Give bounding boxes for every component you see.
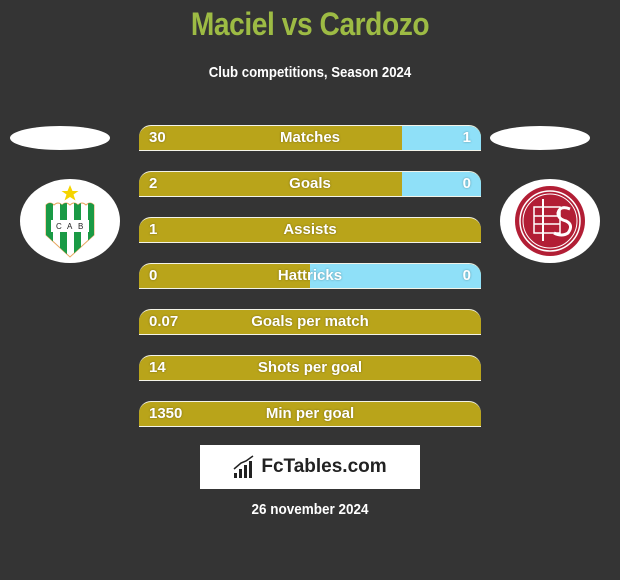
right-club-logo — [500, 179, 600, 263]
left-player-placeholder — [10, 126, 110, 150]
stat-row-goals: 2 Goals 0 — [139, 171, 481, 197]
right-player-placeholder — [490, 126, 590, 150]
brand-banner[interactable]: FcTables.com — [200, 445, 420, 489]
right-value: 0 — [462, 175, 471, 192]
right-value: 1 — [462, 129, 471, 146]
stat-label: Min per goal — [265, 405, 355, 422]
lanus-crest-icon — [515, 186, 585, 256]
stat-row-min-per-goal: 1350 Min per goal — [139, 401, 481, 427]
brand-name: FcTables.com — [261, 456, 387, 477]
svg-text:A: A — [67, 222, 73, 231]
svg-text:C: C — [56, 222, 62, 231]
svg-text:B: B — [78, 222, 83, 231]
stat-row-hattricks: 0 Hattricks 0 — [139, 263, 481, 289]
page-subtitle: Club competitions, Season 2024 — [208, 64, 412, 81]
stat-label: Assists — [283, 221, 337, 238]
stat-label: Goals — [289, 175, 331, 192]
stat-row-shots-per-goal: 14 Shots per goal — [139, 355, 481, 381]
right-value: 0 — [462, 267, 471, 284]
page-title: Maciel vs Cardozo — [190, 6, 430, 42]
stat-label: Hattricks — [277, 267, 343, 284]
stat-row-matches: 30 Matches 1 — [139, 125, 481, 151]
stat-row-assists: 1 Assists — [139, 217, 481, 243]
stat-label: Shots per goal — [257, 359, 363, 376]
stat-label: Matches — [279, 129, 341, 146]
stat-label: Goals per match — [251, 313, 369, 330]
left-club-logo: C A B — [20, 179, 120, 263]
footer-date: 26 november 2024 — [251, 501, 369, 518]
stat-row-goals-per-match: 0.07 Goals per match — [139, 309, 481, 335]
banfield-crest-icon: C A B — [45, 185, 95, 258]
bar-chart-icon — [233, 455, 254, 478]
